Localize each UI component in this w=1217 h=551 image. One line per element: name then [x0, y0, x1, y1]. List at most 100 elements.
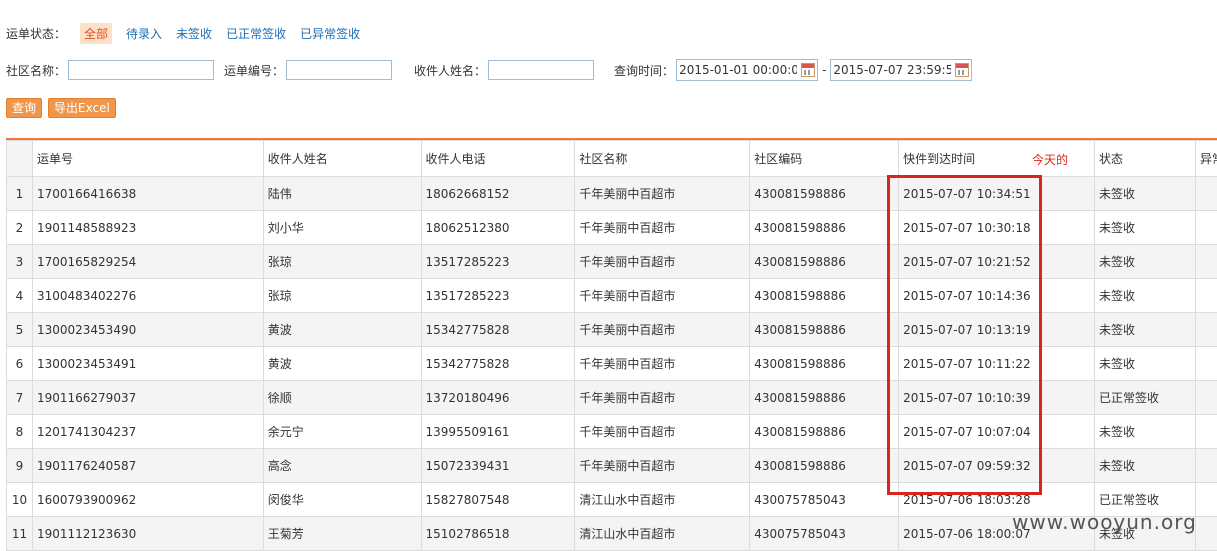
cell-phone: 13517285223 — [421, 245, 575, 279]
watermark: www.wooyun.org — [1012, 510, 1197, 534]
cell-arrival-time: 2015-07-07 10:21:52 — [899, 245, 1095, 279]
cell-community-code: 430075785043 — [750, 517, 899, 551]
cell-waybill: 1201741304237 — [32, 415, 263, 449]
cell-status: 未签收 — [1095, 313, 1196, 347]
status-option-unsigned[interactable]: 未签收 — [176, 25, 212, 42]
table-row[interactable]: 1 1700166416638 陆伟 18062668152 千年美丽中百超市 … — [7, 177, 1217, 211]
table-row[interactable]: 8 1201741304237 余元宁 13995509161 千年美丽中百超市… — [7, 415, 1217, 449]
column-header[interactable]: 收件人电话 — [421, 141, 575, 177]
cell-waybill: 1600793900962 — [32, 483, 263, 517]
cell-community: 千年美丽中百超市 — [575, 381, 750, 415]
table-row[interactable]: 4 3100483402276 张琼 13517285223 千年美丽中百超市 … — [7, 279, 1217, 313]
cell-waybill: 1901166279037 — [32, 381, 263, 415]
cell-recipient: 闵俊华 — [263, 483, 421, 517]
cell-community: 千年美丽中百超市 — [575, 279, 750, 313]
cell-community-code: 430081598886 — [750, 415, 899, 449]
cell-arrival-time: 2015-07-07 10:07:04 — [899, 415, 1095, 449]
cell-phone: 13995509161 — [421, 415, 575, 449]
cell-community: 千年美丽中百超市 — [575, 211, 750, 245]
cell-status: 未签收 — [1095, 415, 1196, 449]
date-from-input[interactable] — [677, 61, 799, 79]
table-row[interactable]: 5 1300023453490 黄波 15342775828 千年美丽中百超市 … — [7, 313, 1217, 347]
cell-phone: 15342775828 — [421, 313, 575, 347]
waybill-label: 运单编号： — [224, 62, 284, 79]
row-index: 6 — [7, 347, 33, 381]
row-index: 4 — [7, 279, 33, 313]
community-input[interactable] — [68, 60, 214, 80]
cell-waybill: 1700166416638 — [32, 177, 263, 211]
column-header[interactable]: 异常 — [1195, 141, 1217, 177]
cell-phone: 13517285223 — [421, 279, 575, 313]
table-body: 1 1700166416638 陆伟 18062668152 千年美丽中百超市 … — [7, 177, 1217, 551]
calendar-icon[interactable] — [955, 63, 969, 77]
status-option-signed-abnormal[interactable]: 已异常签收 — [300, 25, 360, 42]
row-index: 10 — [7, 483, 33, 517]
recipient-label: 收件人姓名： — [414, 62, 486, 79]
cell-community-code: 430081598886 — [750, 347, 899, 381]
table-row[interactable]: 9 1901176240587 高念 15072339431 千年美丽中百超市 … — [7, 449, 1217, 483]
waybill-table-wrapper: 运单号 收件人姓名 收件人电话 社区名称 社区编码 快件到达时间 状态 异常 1… — [6, 138, 1217, 551]
cell-community: 清江山水中百超市 — [575, 483, 750, 517]
cell-abnormal — [1195, 483, 1217, 517]
status-option-pending-entry[interactable]: 待录入 — [126, 25, 162, 42]
cell-community-code: 430075785043 — [750, 483, 899, 517]
status-option-all[interactable]: 全部 — [80, 23, 112, 44]
cell-community: 千年美丽中百超市 — [575, 245, 750, 279]
cell-community-code: 430081598886 — [750, 313, 899, 347]
calendar-icon[interactable] — [801, 63, 815, 77]
query-button[interactable]: 查询 — [6, 98, 42, 118]
column-header[interactable]: 运单号 — [32, 141, 263, 177]
table-row[interactable]: 2 1901148588923 刘小华 18062512380 千年美丽中百超市… — [7, 211, 1217, 245]
cell-status: 已正常签收 — [1095, 381, 1196, 415]
status-label: 运单状态： — [6, 25, 66, 42]
cell-recipient: 黄波 — [263, 313, 421, 347]
row-index: 11 — [7, 517, 33, 551]
cell-arrival-time: 2015-07-07 10:13:19 — [899, 313, 1095, 347]
column-header[interactable]: 社区编码 — [750, 141, 899, 177]
cell-abnormal — [1195, 211, 1217, 245]
cell-recipient: 张琼 — [263, 245, 421, 279]
cell-waybill: 1901148588923 — [32, 211, 263, 245]
cell-arrival-time: 2015-07-07 10:14:36 — [899, 279, 1095, 313]
date-to-input[interactable] — [831, 61, 953, 79]
waybill-table: 运单号 收件人姓名 收件人电话 社区名称 社区编码 快件到达时间 状态 异常 1… — [6, 140, 1217, 551]
column-header[interactable]: 状态 — [1095, 141, 1196, 177]
cell-phone: 18062668152 — [421, 177, 575, 211]
table-row[interactable]: 3 1700165829254 张琼 13517285223 千年美丽中百超市 … — [7, 245, 1217, 279]
cell-waybill: 1700165829254 — [32, 245, 263, 279]
cell-phone: 18062512380 — [421, 211, 575, 245]
cell-community-code: 430081598886 — [750, 449, 899, 483]
action-bar: 查询 导出Excel — [6, 98, 122, 118]
recipient-input[interactable] — [488, 60, 594, 80]
date-from-field[interactable] — [676, 59, 818, 81]
cell-abnormal — [1195, 449, 1217, 483]
cell-community: 清江山水中百超市 — [575, 517, 750, 551]
waybill-input[interactable] — [286, 60, 392, 80]
cell-status: 未签收 — [1095, 177, 1196, 211]
cell-recipient: 余元宁 — [263, 415, 421, 449]
status-filter: 运单状态： 全部 待录入 未签收 已正常签收 已异常签收 — [6, 24, 374, 42]
column-header[interactable]: 收件人姓名 — [263, 141, 421, 177]
cell-community-code: 430081598886 — [750, 177, 899, 211]
table-row[interactable]: 6 1300023453491 黄波 15342775828 千年美丽中百超市 … — [7, 347, 1217, 381]
cell-status: 未签收 — [1095, 245, 1196, 279]
community-label: 社区名称： — [6, 62, 66, 79]
cell-community-code: 430081598886 — [750, 245, 899, 279]
cell-abnormal — [1195, 313, 1217, 347]
cell-community: 千年美丽中百超市 — [575, 415, 750, 449]
table-row[interactable]: 7 1901166279037 徐顺 13720180496 千年美丽中百超市 … — [7, 381, 1217, 415]
date-separator: - — [822, 63, 826, 77]
cell-arrival-time: 2015-07-07 10:34:51 — [899, 177, 1095, 211]
cell-waybill: 1300023453491 — [32, 347, 263, 381]
date-to-field[interactable] — [830, 59, 972, 81]
status-option-signed-normal[interactable]: 已正常签收 — [226, 25, 286, 42]
cell-community-code: 430081598886 — [750, 279, 899, 313]
cell-community: 千年美丽中百超市 — [575, 177, 750, 211]
cell-waybill: 1901112123630 — [32, 517, 263, 551]
column-header[interactable]: 社区名称 — [575, 141, 750, 177]
cell-phone: 15827807548 — [421, 483, 575, 517]
cell-status: 未签收 — [1095, 449, 1196, 483]
cell-recipient: 刘小华 — [263, 211, 421, 245]
export-excel-button[interactable]: 导出Excel — [48, 98, 116, 118]
search-form: 社区名称： 运单编号： 收件人姓名： 查询时间： - — [6, 59, 972, 81]
